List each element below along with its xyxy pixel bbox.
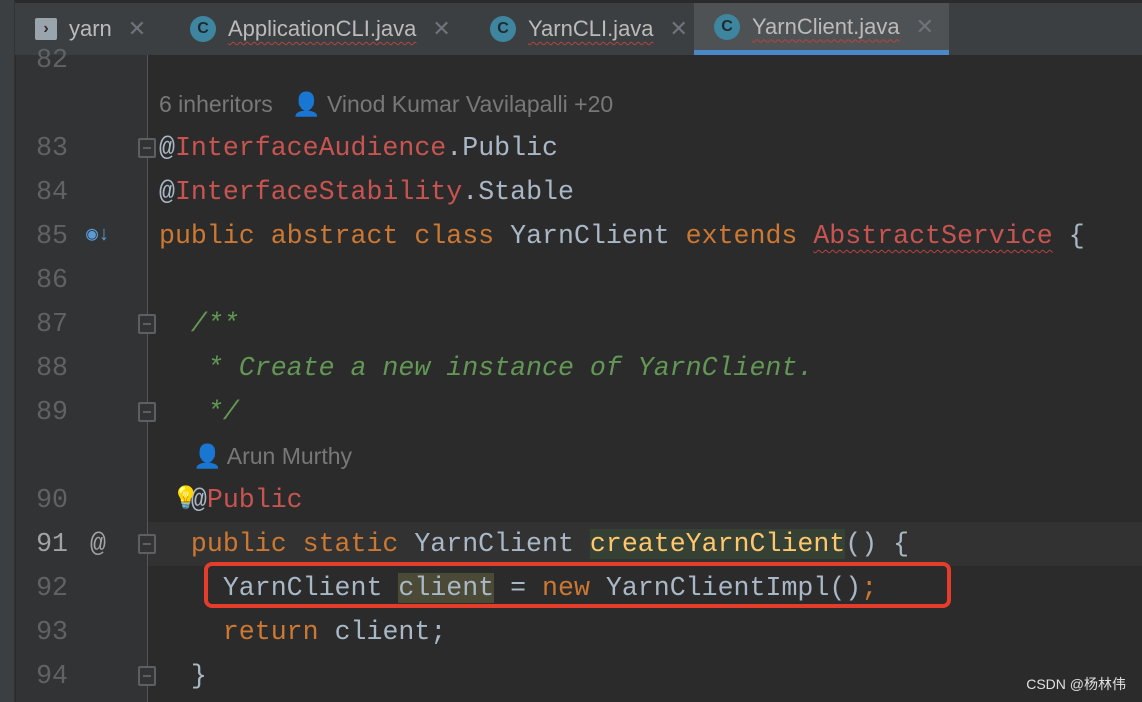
code-token: @ xyxy=(159,177,175,207)
line-number: 82 xyxy=(36,45,68,75)
code-token: () { xyxy=(845,529,910,559)
code-text: public static YarnClient createYarnClien… xyxy=(159,522,909,566)
code-line: 84 @InterfaceStability.Stable xyxy=(0,170,1142,214)
fold-icon[interactable] xyxy=(138,666,156,686)
code-token: createYarnClient xyxy=(589,529,846,559)
code-token: client; xyxy=(334,617,447,647)
code-text: } xyxy=(159,654,207,698)
code-line: 90 @Public 💡 xyxy=(0,478,1142,522)
fold-icon[interactable] xyxy=(138,402,156,422)
code-token: YarnClient xyxy=(414,529,590,559)
code-token: .Public xyxy=(446,133,558,163)
code-token: YarnClient xyxy=(510,221,686,251)
inlay-hint-row: 6 inheritors 👤 Vinod Kumar Vavilapalli +… xyxy=(0,82,1142,126)
tab-label: YarnClient.java xyxy=(752,13,900,39)
code-text: @InterfaceStability.Stable xyxy=(159,170,574,214)
line-number: 88 xyxy=(36,353,68,383)
code-text: * Create a new instance of YarnClient. xyxy=(159,346,813,390)
code-line: 94 } xyxy=(0,654,1142,698)
code-token: @ xyxy=(159,133,175,163)
code-line: 88 * Create a new instance of YarnClient… xyxy=(0,346,1142,390)
at-annotation-icon[interactable]: @ xyxy=(90,522,106,566)
code-token: public abstract class xyxy=(159,221,511,251)
line-number: 85 xyxy=(36,221,68,251)
line-number: 92 xyxy=(36,573,68,603)
line-number: 94 xyxy=(36,661,68,691)
code-text: return client; xyxy=(159,610,446,654)
watermark: CSDN @杨林伟 xyxy=(1026,676,1126,692)
code-token: /** xyxy=(159,309,239,339)
code-token: Public xyxy=(206,485,303,515)
line-number: 89 xyxy=(36,397,68,427)
code-line: 87 /** xyxy=(0,302,1142,346)
code-token: AbstractService xyxy=(813,221,1053,251)
highlight-box xyxy=(204,562,951,608)
fold-icon[interactable] xyxy=(138,138,156,158)
code-text: /** xyxy=(159,302,239,346)
fold-icon[interactable] xyxy=(138,314,156,334)
code-text: */ xyxy=(159,390,239,434)
line-number: 90 xyxy=(36,485,68,515)
line-number: 86 xyxy=(36,265,68,295)
code-token: return xyxy=(159,617,335,647)
code-line: 85 public abstract class YarnClient exten… xyxy=(0,214,1142,258)
code-line: 91 public static YarnClient createYarnCl… xyxy=(36,522,1142,566)
terminal-icon: › xyxy=(35,18,57,40)
code-text: @InterfaceAudience.Public xyxy=(159,126,558,170)
code-line: 82 xyxy=(0,38,1142,82)
code-token: */ xyxy=(159,397,239,427)
inlay-hint-row: 👤 Arun Murthy xyxy=(0,434,1142,478)
code-token: { xyxy=(1052,221,1085,251)
code-token: public static xyxy=(159,529,415,559)
code-token: .Stable xyxy=(462,177,574,207)
fold-icon[interactable] xyxy=(138,534,156,554)
code-token: InterfaceAudience xyxy=(174,133,447,163)
code-token: * Create a new instance of YarnClient. xyxy=(159,353,814,383)
abstract-class-icon: C xyxy=(714,13,740,40)
close-icon[interactable]: ✕ xyxy=(916,14,934,40)
code-line: 93 return client; xyxy=(0,610,1142,654)
implemented-overridden-icon[interactable]: ◉↓ xyxy=(86,214,110,258)
code-token: } xyxy=(159,661,207,691)
inlay-hint[interactable]: 👤 Arun Murthy xyxy=(193,434,352,478)
line-number: 87 xyxy=(36,309,68,339)
line-number: 83 xyxy=(36,133,68,163)
lightbulb-icon[interactable]: 💡 xyxy=(172,478,199,522)
inlay-hint[interactable]: 6 inheritors 👤 Vinod Kumar Vavilapalli +… xyxy=(159,82,613,126)
line-number: 84 xyxy=(36,177,68,207)
code-token: InterfaceStability xyxy=(174,177,463,207)
line-number: 93 xyxy=(36,617,68,647)
code-text: public abstract class YarnClient extends… xyxy=(159,214,1085,258)
code-token: extends xyxy=(685,221,814,251)
line-number: 91 xyxy=(36,529,68,559)
code-line: 83 @InterfaceAudience.Public xyxy=(0,126,1142,170)
code-line: 86 xyxy=(0,258,1142,302)
code-line: 89 */ xyxy=(0,390,1142,434)
